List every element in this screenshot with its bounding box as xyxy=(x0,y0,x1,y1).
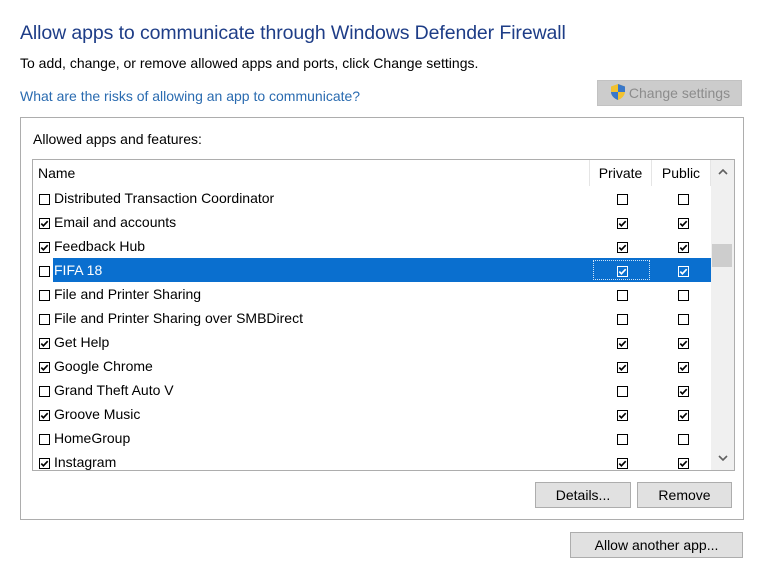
vertical-scrollbar[interactable] xyxy=(711,160,734,470)
app-enabled-checkbox[interactable] xyxy=(39,312,50,325)
app-enabled-checkbox[interactable] xyxy=(39,288,50,301)
public-checkbox[interactable] xyxy=(678,408,689,421)
app-name: Google Chrome xyxy=(54,358,153,374)
remove-button[interactable]: Remove xyxy=(637,482,732,508)
allowed-apps-list[interactable]: Name Private Public Distributed Transact… xyxy=(32,159,735,471)
private-checkbox[interactable] xyxy=(617,408,628,421)
list-header: Name Private Public xyxy=(33,160,711,186)
private-checkbox[interactable] xyxy=(617,288,628,301)
scroll-thumb[interactable] xyxy=(712,244,732,267)
public-checkbox[interactable] xyxy=(678,336,689,349)
scroll-up-button[interactable] xyxy=(711,160,734,184)
app-enabled-checkbox[interactable] xyxy=(39,408,50,421)
app-enabled-checkbox[interactable] xyxy=(39,336,50,349)
page-title: Allow apps to communicate through Window… xyxy=(20,22,566,44)
page-subtitle: To add, change, or remove allowed apps a… xyxy=(20,55,479,71)
list-rows: Distributed Transaction Coordinator Email… xyxy=(33,186,711,470)
details-button[interactable]: Details... xyxy=(535,482,631,508)
public-checkbox[interactable] xyxy=(678,432,689,445)
app-row[interactable]: Email and accounts xyxy=(33,210,711,234)
private-checkbox[interactable] xyxy=(617,264,628,277)
app-row[interactable]: Distributed Transaction Coordinator xyxy=(33,186,711,210)
app-enabled-checkbox[interactable] xyxy=(39,360,50,373)
public-checkbox[interactable] xyxy=(678,192,689,205)
app-row[interactable]: Feedback Hub xyxy=(33,234,711,258)
public-checkbox[interactable] xyxy=(678,288,689,301)
private-checkbox[interactable] xyxy=(617,432,628,445)
app-enabled-checkbox[interactable] xyxy=(39,192,50,205)
public-checkbox[interactable] xyxy=(678,312,689,325)
app-row[interactable]: Google Chrome xyxy=(33,354,711,378)
allow-another-app-button[interactable]: Allow another app... xyxy=(570,532,743,558)
app-row[interactable]: File and Printer Sharing over SMBDirect xyxy=(33,306,711,330)
app-name: Grand Theft Auto V xyxy=(54,382,174,398)
app-row[interactable]: Grand Theft Auto V xyxy=(33,378,711,402)
change-settings-button[interactable]: Change settings xyxy=(597,80,742,106)
app-enabled-checkbox[interactable] xyxy=(39,264,50,277)
public-checkbox[interactable] xyxy=(678,240,689,253)
app-row[interactable]: HomeGroup xyxy=(33,426,711,450)
app-enabled-checkbox[interactable] xyxy=(39,216,50,229)
public-checkbox[interactable] xyxy=(678,264,689,277)
app-name: Distributed Transaction Coordinator xyxy=(54,190,275,206)
app-name: Email and accounts xyxy=(54,214,177,230)
app-name: Instagram xyxy=(54,454,117,470)
chevron-up-icon xyxy=(717,169,728,175)
app-name: File and Printer Sharing over SMBDirect xyxy=(54,310,303,326)
app-row[interactable]: Get Help xyxy=(33,330,711,354)
private-checkbox[interactable] xyxy=(617,360,628,373)
column-header-name[interactable]: Name xyxy=(38,160,588,186)
private-checkbox[interactable] xyxy=(617,240,628,253)
change-settings-label: Change settings xyxy=(628,85,731,101)
app-row[interactable]: Groove Music xyxy=(33,402,711,426)
public-checkbox[interactable] xyxy=(678,456,689,469)
chevron-down-icon xyxy=(717,455,728,461)
app-row[interactable]: File and Printer Sharing xyxy=(33,282,711,306)
app-enabled-checkbox[interactable] xyxy=(39,432,50,445)
uac-shield-icon xyxy=(609,83,629,104)
app-name: Feedback Hub xyxy=(54,238,146,254)
app-name: Groove Music xyxy=(54,406,141,422)
private-checkbox[interactable] xyxy=(617,216,628,229)
risks-help-link[interactable]: What are the risks of allowing an app to… xyxy=(20,88,360,104)
allowed-apps-label: Allowed apps and features: xyxy=(33,131,202,147)
app-row[interactable]: Instagram xyxy=(33,450,711,470)
app-enabled-checkbox[interactable] xyxy=(39,384,50,397)
private-checkbox[interactable] xyxy=(617,456,628,469)
private-checkbox[interactable] xyxy=(617,336,628,349)
app-row[interactable]: FIFA 18 xyxy=(33,258,711,282)
app-name: HomeGroup xyxy=(54,430,131,446)
public-checkbox[interactable] xyxy=(678,360,689,373)
app-enabled-checkbox[interactable] xyxy=(39,240,50,253)
app-name: File and Printer Sharing xyxy=(54,286,202,302)
column-header-public[interactable]: Public xyxy=(651,160,711,186)
app-name: Get Help xyxy=(54,334,110,350)
app-name: FIFA 18 xyxy=(54,262,103,278)
private-checkbox[interactable] xyxy=(617,312,628,325)
public-checkbox[interactable] xyxy=(678,216,689,229)
private-checkbox[interactable] xyxy=(617,384,628,397)
public-checkbox[interactable] xyxy=(678,384,689,397)
private-checkbox[interactable] xyxy=(617,192,628,205)
scroll-down-button[interactable] xyxy=(711,446,734,470)
column-header-private[interactable]: Private xyxy=(589,160,651,186)
app-enabled-checkbox[interactable] xyxy=(39,456,50,469)
